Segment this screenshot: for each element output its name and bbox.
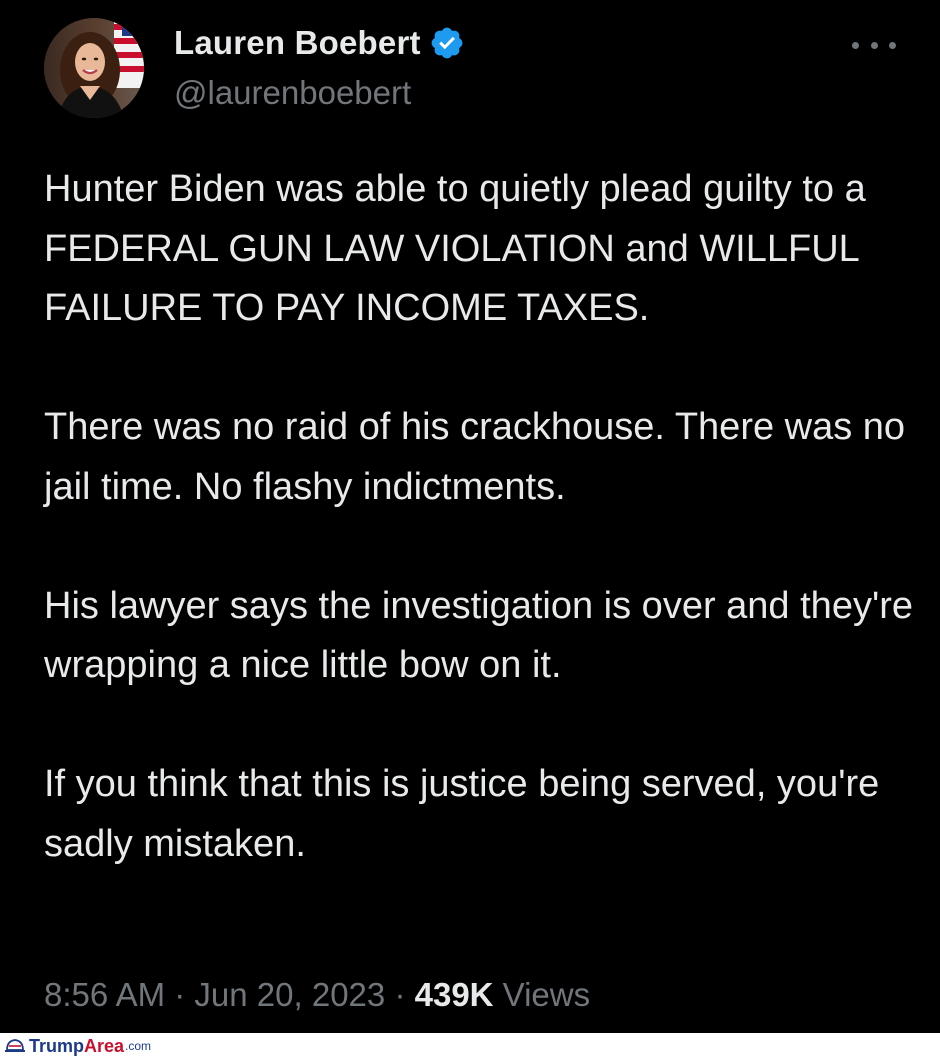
author-handle[interactable]: @laurenboebert <box>174 74 411 112</box>
meta-separator: · <box>174 976 195 1013</box>
dot-icon <box>870 41 878 49</box>
tweet-card: Lauren Boebert @laurenboebert Hunter Bid… <box>0 0 940 1033</box>
watermark-text-1: Trump <box>29 1035 85 1056</box>
tweet-paragraph: There was no raid of his crackhouse. The… <box>44 406 906 508</box>
author-row: Lauren Boebert <box>174 20 465 66</box>
tweet-paragraph: If you think that this is justice being … <box>44 763 880 865</box>
watermark-logo: Trump Area .com <box>4 1036 151 1056</box>
watermark-text-2: Area <box>84 1035 125 1056</box>
watermark-bar: Trump Area .com <box>0 1033 940 1059</box>
dot-icon <box>852 41 859 49</box>
watermark-text-3: .com <box>125 1039 152 1053</box>
tweet-text: Hunter Biden was able to quietly plead g… <box>44 160 914 874</box>
tweet-paragraph: Hunter Biden was able to quietly plead g… <box>44 168 866 329</box>
more-options-icon[interactable] <box>852 30 896 60</box>
views-label: Views <box>502 976 591 1013</box>
tweet-time[interactable]: 8:56 AM <box>44 976 165 1013</box>
tweet-meta: 8:56 AM · Jun 20, 2023 · 439K Views <box>44 976 590 1014</box>
meta-separator: · <box>394 976 415 1013</box>
dot-icon <box>889 41 896 49</box>
display-name[interactable]: Lauren Boebert <box>174 24 421 62</box>
views-count: 439K <box>414 976 494 1013</box>
avatar-image <box>44 18 144 118</box>
tweet-date[interactable]: Jun 20, 2023 <box>194 976 385 1013</box>
tweet-paragraph: His lawyer says the investigation is ove… <box>44 584 913 687</box>
avatar[interactable] <box>44 18 144 118</box>
hat-icon <box>5 1039 25 1052</box>
verified-badge-icon <box>429 25 465 61</box>
